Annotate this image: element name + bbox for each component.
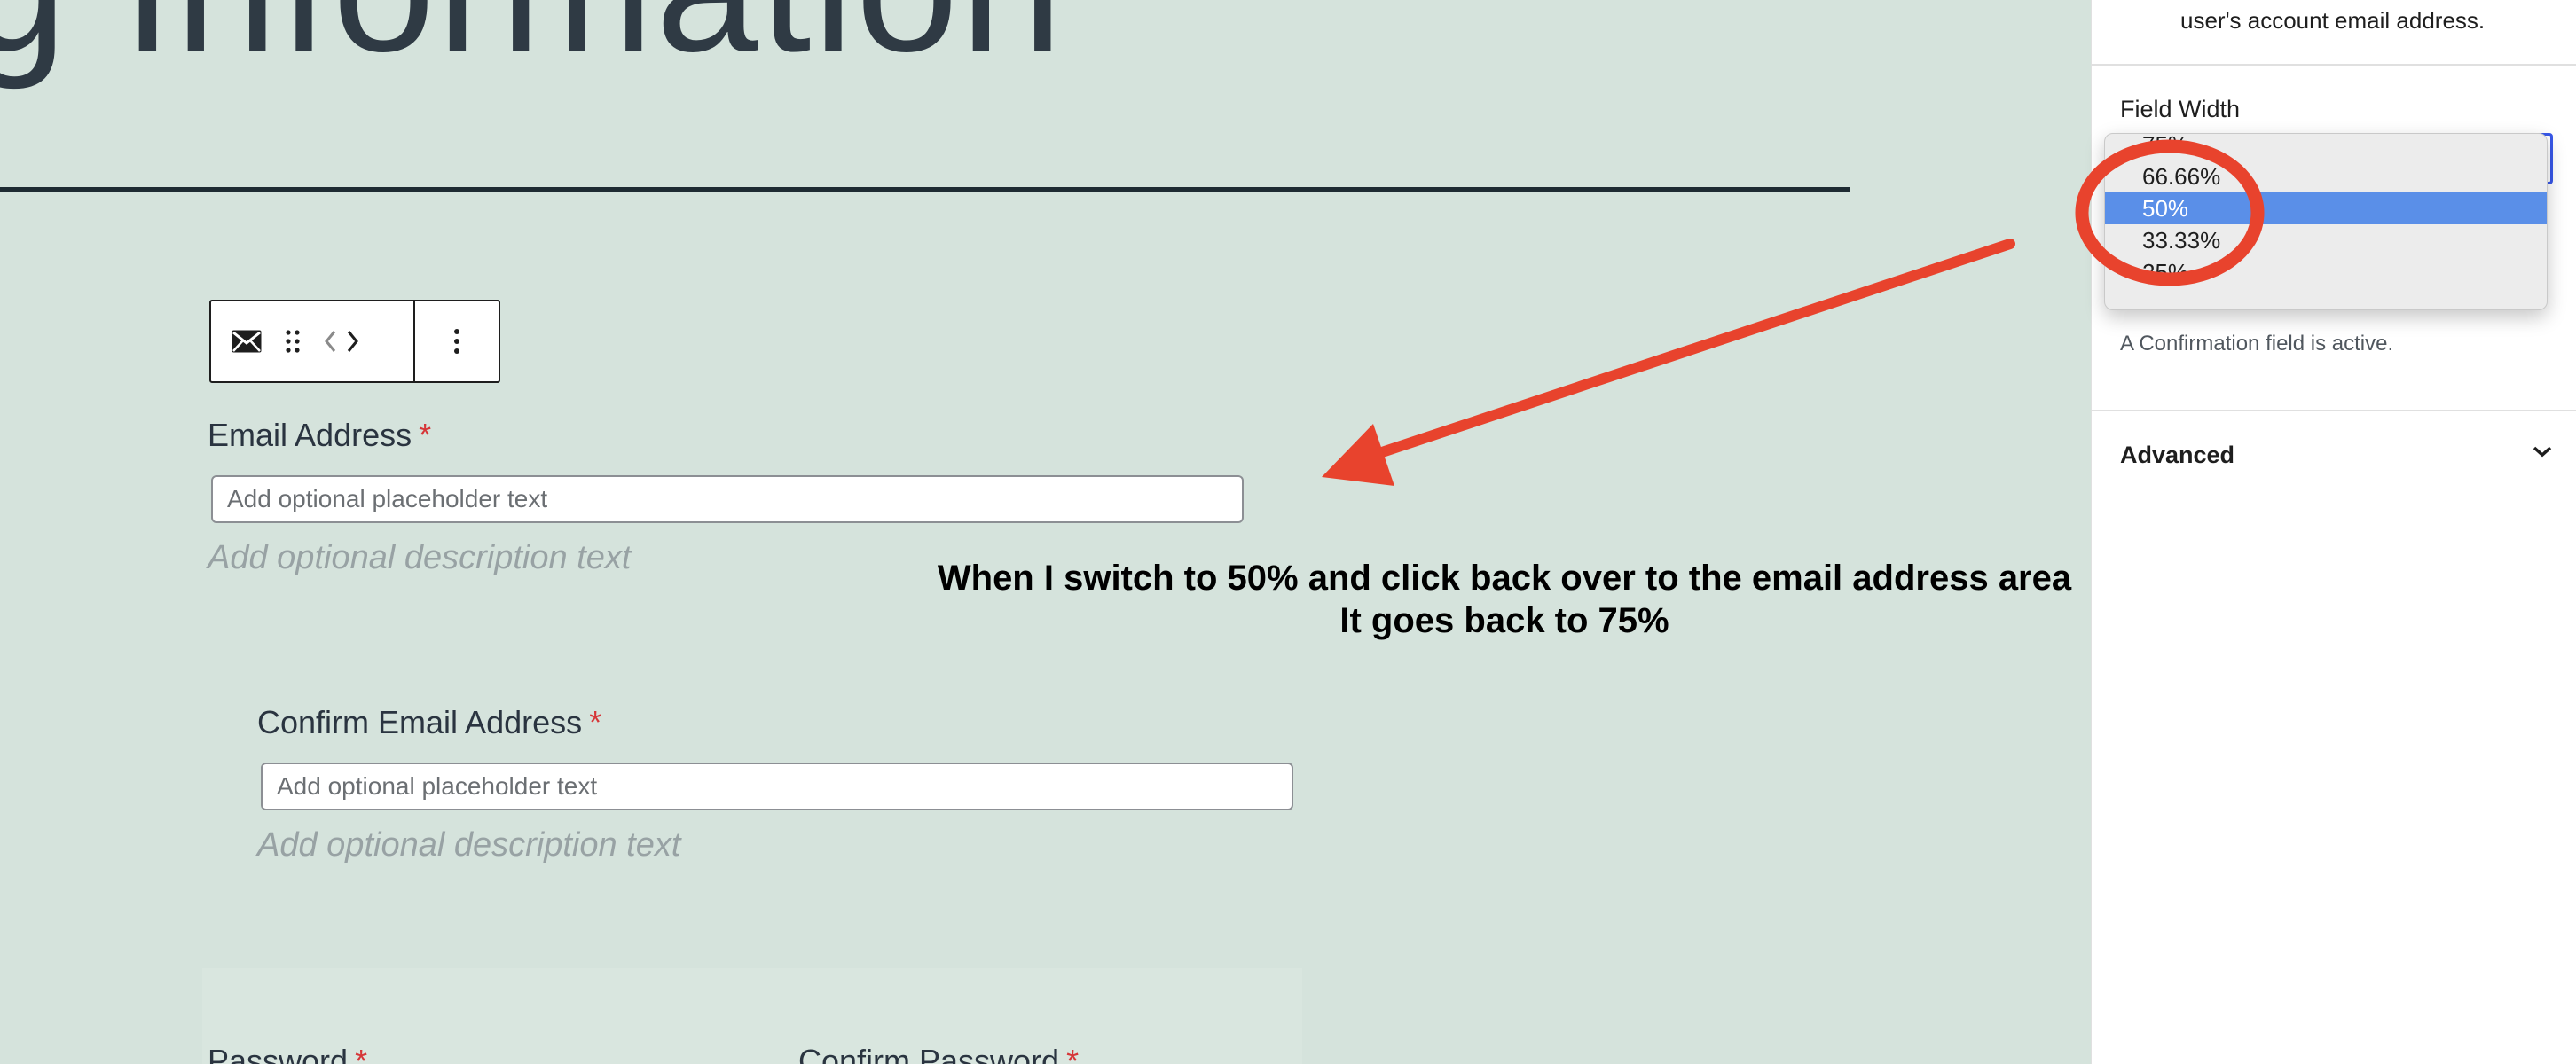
confirm-email-placeholder-input[interactable] [261, 763, 1293, 810]
move-right-icon[interactable] [346, 328, 360, 355]
confirm-password-label-text: Confirm Password [798, 1043, 1060, 1064]
email-placeholder-input[interactable] [211, 475, 1244, 523]
confirm-email-label: Confirm Email Address * [257, 704, 601, 741]
block-toolbar [209, 300, 500, 383]
width-option-33[interactable]: 33.33% [2105, 224, 2547, 256]
email-description[interactable]: Add optional description text [208, 539, 631, 577]
confirm-password-label: Confirm Password * [798, 1043, 1079, 1064]
email-address-label: Email Address * [208, 417, 431, 454]
width-option-75[interactable]: 75% [2105, 134, 2547, 160]
field-width-dropdown[interactable]: 75% 66.66% 50% 33.33% 25% [2104, 133, 2548, 310]
email-help-text: user's account email address. [2180, 7, 2486, 34]
block-toolbar-main-group [211, 301, 415, 381]
annotation-line-2: It goes back to 75% [1339, 601, 1669, 640]
block-toolbar-options-group [415, 301, 499, 381]
move-left-icon[interactable] [323, 328, 337, 355]
required-asterisk: * [355, 1043, 368, 1064]
password-label-text: Password [208, 1043, 349, 1064]
sidebar-divider [2092, 64, 2576, 66]
required-asterisk: * [589, 704, 602, 740]
drag-handle-icon[interactable] [284, 328, 302, 355]
width-option-50[interactable]: 50% [2105, 192, 2547, 224]
annotation-text: When I switch to 50% and click back over… [887, 557, 2091, 642]
advanced-panel-toggle[interactable]: Advanced [2092, 410, 2576, 498]
confirmation-note: A Confirmation field is active. [2120, 332, 2394, 356]
field-width-label: Field Width [2120, 96, 2241, 122]
required-asterisk: * [419, 417, 432, 453]
annotation-line-1: When I switch to 50% and click back over… [937, 559, 2072, 598]
password-label: Password * [208, 1043, 367, 1064]
settings-sidebar: user's account email address. Field Widt… [2091, 0, 2576, 1064]
editor-canvas: g Information [0, 0, 2091, 1064]
chevron-down-icon [2531, 443, 2554, 464]
envelope-icon[interactable] [231, 329, 263, 354]
page-heading: g Information [0, 0, 1064, 80]
required-asterisk: * [1066, 1043, 1080, 1064]
confirm-email-label-text: Confirm Email Address [257, 704, 583, 740]
width-option-25[interactable]: 25% [2105, 256, 2547, 288]
advanced-label: Advanced [2120, 442, 2235, 468]
email-address-label-text: Email Address [208, 417, 412, 453]
separator [0, 187, 1850, 192]
confirm-email-description[interactable]: Add optional description text [257, 826, 680, 864]
more-options-icon[interactable] [453, 327, 460, 356]
width-option-66[interactable]: 66.66% [2105, 160, 2547, 192]
